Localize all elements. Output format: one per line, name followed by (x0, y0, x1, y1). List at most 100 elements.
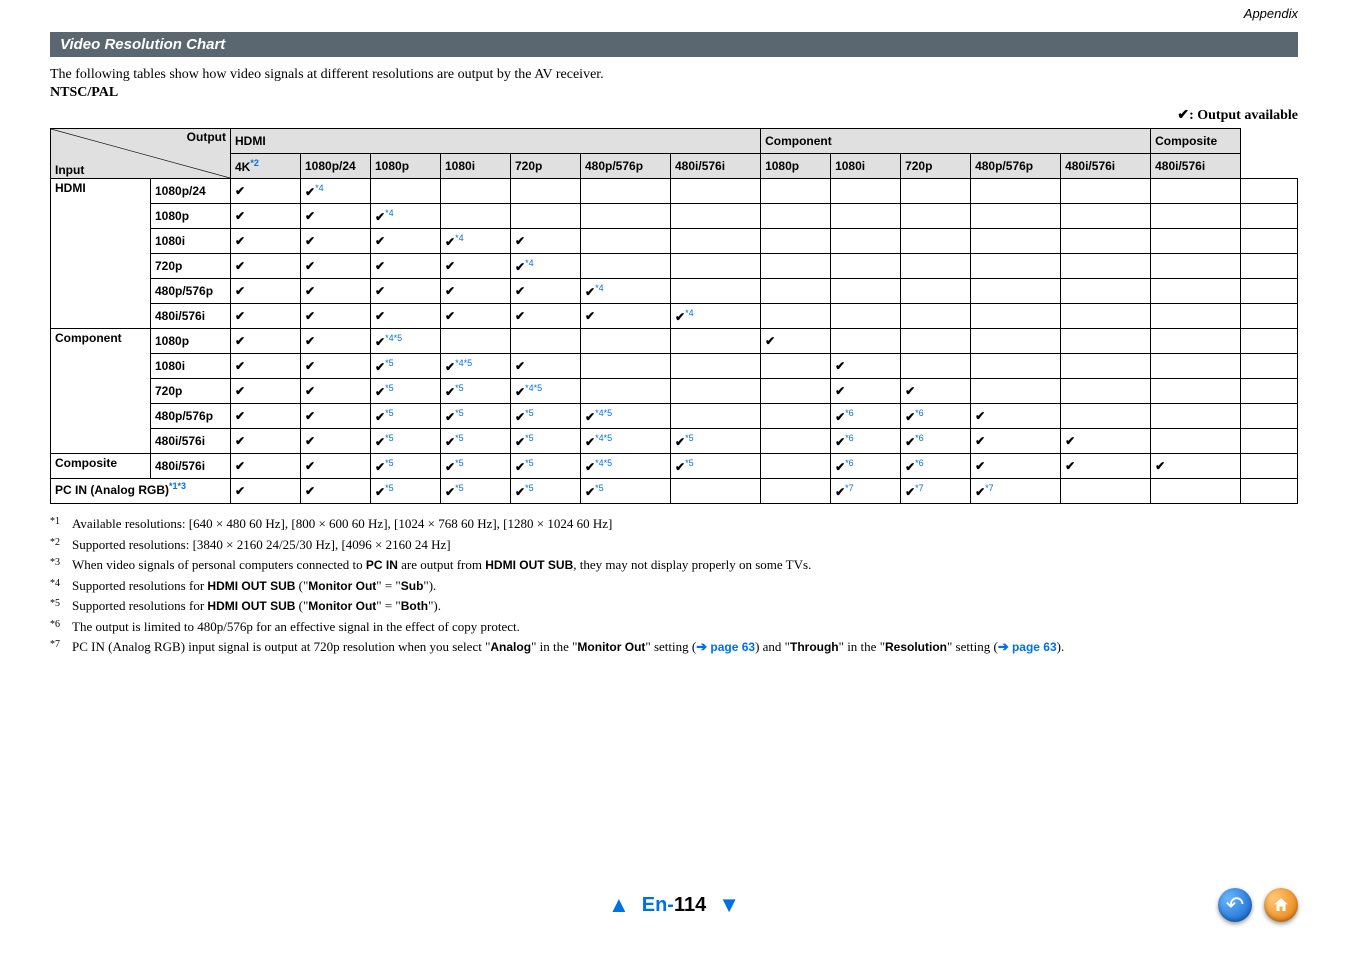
cell (761, 354, 831, 379)
cell (831, 229, 901, 254)
check-icon (375, 485, 385, 499)
col-header: 480p/576p (971, 154, 1061, 179)
back-button[interactable]: ↶ (1218, 888, 1252, 922)
cell: *4*5 (441, 354, 511, 379)
check-icon (515, 234, 525, 248)
check-icon (305, 185, 315, 199)
cell: *5 (441, 404, 511, 429)
cell: *5 (441, 479, 511, 504)
cell (971, 179, 1061, 204)
cell (231, 304, 301, 329)
page-link[interactable]: page 63 (710, 640, 755, 654)
cell: *6 (831, 429, 901, 454)
footnote-key: *5 (50, 596, 72, 616)
cell (761, 179, 831, 204)
check-icon (235, 284, 245, 298)
group-composite: Composite (1151, 129, 1241, 154)
cell (761, 279, 831, 304)
check-icon (375, 385, 385, 399)
check-icon (445, 284, 455, 298)
check-icon (835, 485, 845, 499)
cell (761, 404, 831, 429)
check-icon (835, 410, 845, 424)
cell (971, 429, 1061, 454)
check-icon (445, 435, 455, 449)
next-page-icon[interactable]: ▼ (718, 892, 740, 918)
check-icon (375, 410, 385, 424)
cell (1061, 379, 1151, 404)
cell: *4 (511, 254, 581, 279)
cell (441, 179, 511, 204)
cell (511, 329, 581, 354)
check-icon (305, 309, 315, 323)
table-row: 720p*5*5*4*5 (51, 379, 1298, 404)
cell (581, 179, 671, 204)
check-icon (235, 334, 245, 348)
cell: *4*5 (581, 429, 671, 454)
check-icon (445, 385, 455, 399)
check-icon (235, 484, 245, 498)
check-icon (675, 435, 685, 449)
check-icon (975, 409, 985, 423)
check-icon (235, 209, 245, 223)
cell (1241, 479, 1298, 504)
input-res: 480i/576i (151, 304, 231, 329)
cell (831, 204, 901, 229)
check-icon (765, 334, 775, 348)
col-header: 720p (901, 154, 971, 179)
cell (231, 429, 301, 454)
check-icon (305, 384, 315, 398)
cell (301, 454, 371, 479)
footnote-text: Supported resolutions: [3840 × 2160 24/2… (72, 535, 451, 555)
check-icon (585, 435, 595, 449)
cell (971, 379, 1061, 404)
home-button[interactable] (1264, 888, 1298, 922)
cell (761, 379, 831, 404)
cell: *4*5 (371, 329, 441, 354)
cell (831, 354, 901, 379)
check-icon (905, 410, 915, 424)
prev-page-icon[interactable]: ▲ (608, 892, 630, 918)
footnote-text: The output is limited to 480p/576p for a… (72, 617, 520, 637)
check-icon (235, 234, 245, 248)
cell: *7 (901, 479, 971, 504)
cell (901, 354, 971, 379)
check-icon (375, 435, 385, 449)
check-icon (235, 309, 245, 323)
cell (1151, 304, 1241, 329)
input-res: 720p (151, 379, 231, 404)
cell (671, 254, 761, 279)
cell (1241, 329, 1298, 354)
cell (581, 354, 671, 379)
input-res: 1080p (151, 204, 231, 229)
page-link[interactable]: page 63 (1012, 640, 1057, 654)
cell (671, 379, 761, 404)
cell (671, 229, 761, 254)
cell (1241, 429, 1298, 454)
cell (301, 204, 371, 229)
cell (1061, 204, 1151, 229)
table-row: 720p*4 (51, 254, 1298, 279)
cell (971, 229, 1061, 254)
cell: *5 (371, 479, 441, 504)
check-icon (235, 434, 245, 448)
footnote-text: Available resolutions: [640 × 480 60 Hz]… (72, 514, 612, 534)
check-icon (905, 460, 915, 474)
cell (901, 204, 971, 229)
footnote-text: PC IN (Analog RGB) input signal is outpu… (72, 637, 1064, 657)
cell (671, 354, 761, 379)
section-title-bar: Video Resolution Chart (50, 32, 1298, 57)
cell (761, 479, 831, 504)
cell: *7 (831, 479, 901, 504)
check-icon (445, 460, 455, 474)
check-icon (445, 485, 455, 499)
col-header: 720p (511, 154, 581, 179)
cell (301, 279, 371, 304)
cell (1061, 304, 1151, 329)
cell (441, 279, 511, 304)
table-row: 480p/576p*4 (51, 279, 1298, 304)
cell (511, 304, 581, 329)
cell (1151, 279, 1241, 304)
check-icon (305, 284, 315, 298)
footnote: *3When video signals of personal compute… (50, 555, 1298, 575)
